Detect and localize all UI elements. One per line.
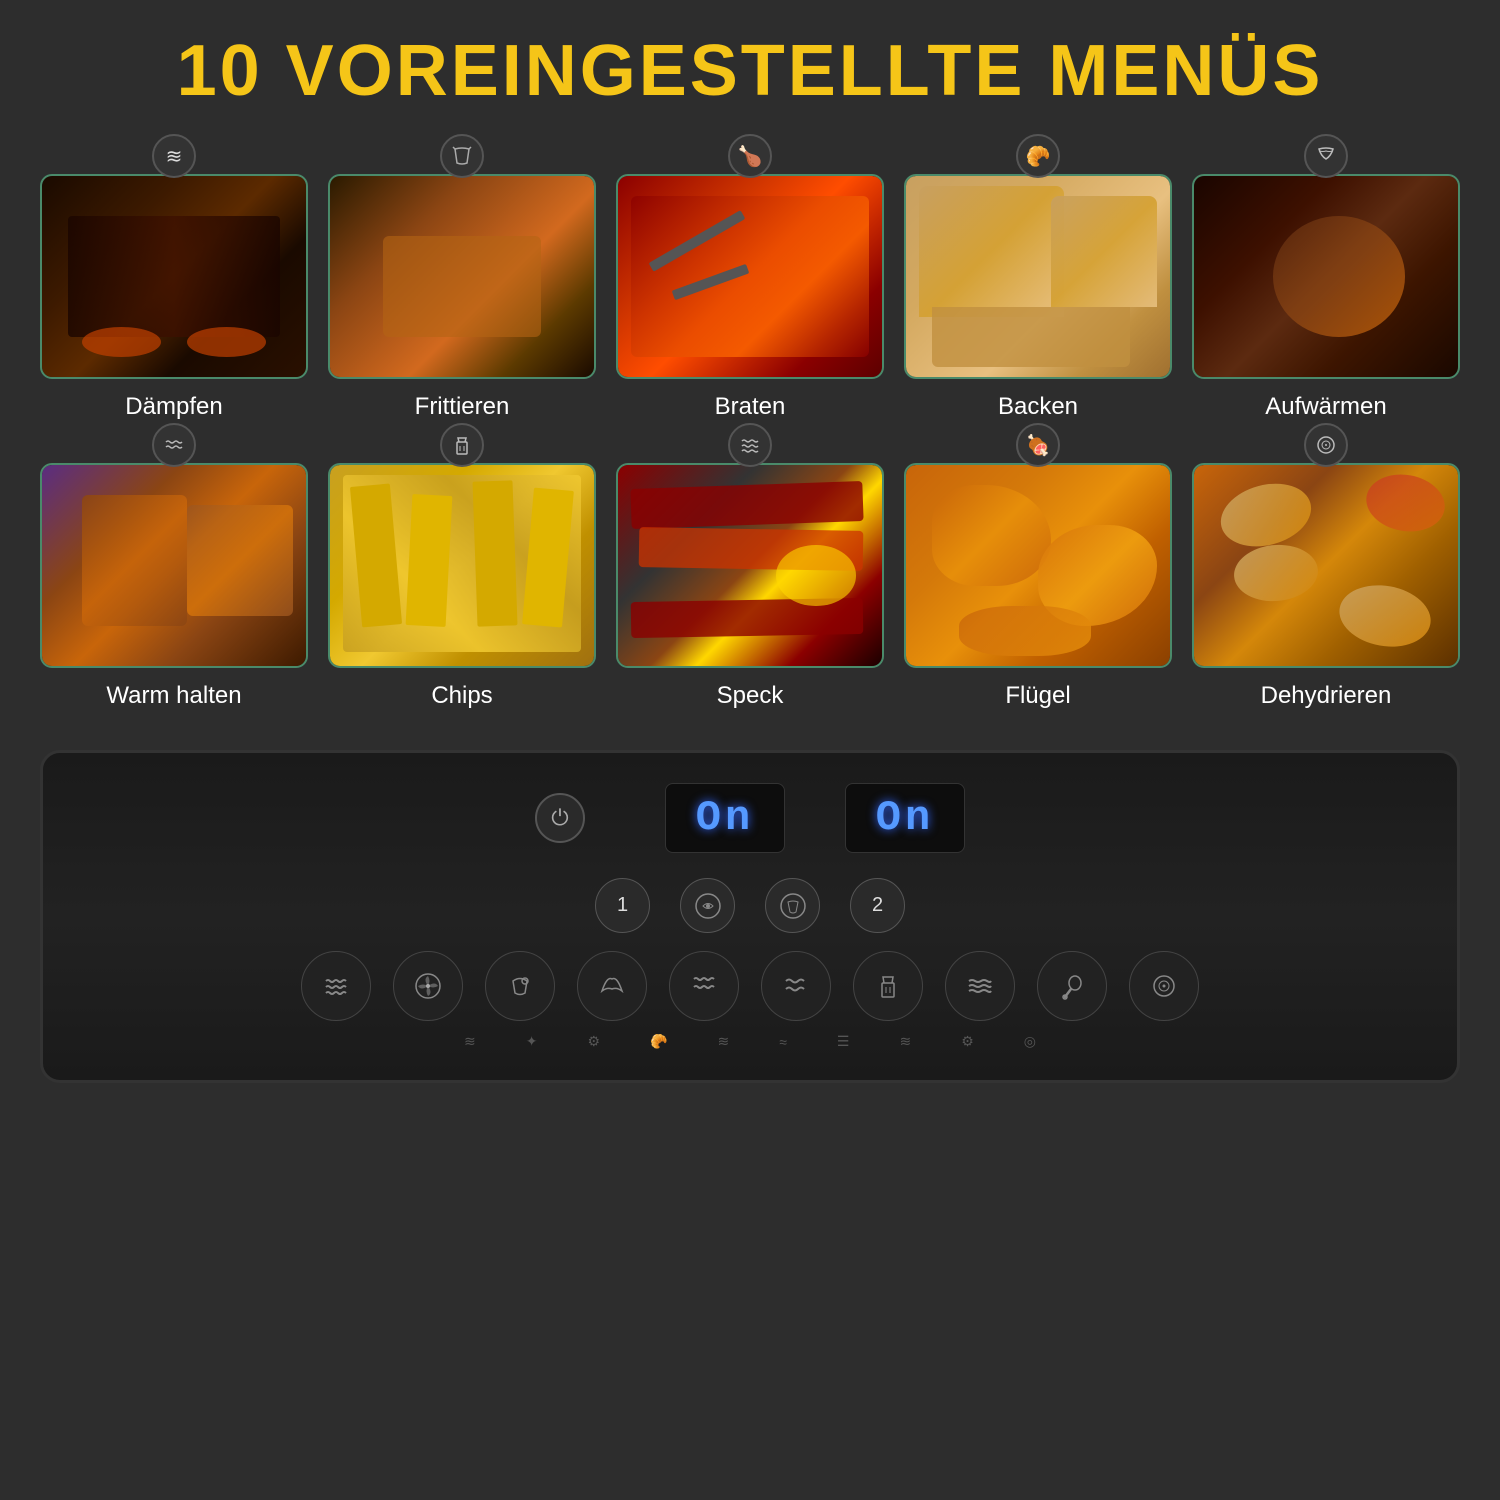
main-container: 10 VOREINGESTELLTE MENÜS ≋ Dämpfen	[0, 0, 1500, 1500]
warmhalten-label: Warm halten	[106, 682, 241, 710]
zone2-button[interactable]: 2	[850, 878, 905, 933]
flugel-label: Flügel	[1005, 682, 1070, 710]
backen-icon: 🥐	[1016, 134, 1060, 178]
display-zone2: On	[845, 783, 965, 853]
flugel-icon: 🍖	[1016, 423, 1060, 467]
icon-btn-bacon[interactable]	[945, 951, 1015, 1021]
backen-label: Backen	[998, 393, 1078, 421]
zone1-button[interactable]: 1	[595, 878, 650, 933]
icon-btn-fries[interactable]	[853, 951, 923, 1021]
easy-cook-button[interactable]	[765, 878, 820, 933]
icon-btn-wave[interactable]	[761, 951, 831, 1021]
menu-item-speck: Speck	[616, 441, 884, 710]
small-icon-9: ⚙	[961, 1033, 974, 1050]
small-icon-5: ≋	[717, 1033, 729, 1050]
menu-item-backen: 🥐 Backen	[904, 152, 1172, 421]
chips-icon	[440, 423, 484, 467]
icon-btn-steam[interactable]	[301, 951, 371, 1021]
dampfen-label: Dämpfen	[125, 393, 222, 421]
small-icon-4: 🥐	[650, 1033, 667, 1050]
braten-label: Braten	[715, 393, 786, 421]
menu-item-aufwarmen: Aufwärmen	[1192, 152, 1460, 421]
menu-item-braten: 🍗 Braten	[616, 152, 884, 421]
dehydrieren-label: Dehydrieren	[1261, 682, 1392, 710]
page-title: 10 VOREINGESTELLTE MENÜS	[177, 30, 1324, 112]
dampfen-icon: ≋	[152, 134, 196, 178]
display-group: On On	[665, 783, 965, 853]
small-icon-8: ≋	[899, 1033, 911, 1050]
small-icon-10: ◎	[1024, 1033, 1036, 1050]
aufwarmen-label: Aufwärmen	[1265, 393, 1386, 421]
panel-small-row: ≋ ✦ ⚙ 🥐 ≋ ≈ ☰ ≋ ⚙ ◎	[83, 1033, 1417, 1050]
smart-guide-button[interactable]	[680, 878, 735, 933]
icon-btn-drumstick[interactable]	[1037, 951, 1107, 1021]
menu-item-warmhalten: Warm halten	[40, 441, 308, 710]
menu-item-dehydrieren: Dehydrieren	[1192, 441, 1460, 710]
small-icon-7: ☰	[837, 1033, 850, 1050]
icon-btn-dehydrate[interactable]	[1129, 951, 1199, 1021]
small-icon-6: ≈	[779, 1034, 787, 1050]
menu-item-flugel: 🍖 Flügel	[904, 441, 1172, 710]
panel-buttons-row: 1 2	[83, 878, 1417, 933]
panel-top: ⏻ On On	[83, 783, 1417, 853]
small-icon-1: ≋	[464, 1033, 476, 1050]
chips-label: Chips	[431, 682, 492, 710]
small-icon-3: ⚙	[587, 1033, 600, 1050]
speck-label: Speck	[717, 682, 784, 710]
display-zone1: On	[665, 783, 785, 853]
small-icon-2: ✦	[526, 1033, 538, 1050]
icon-btn-chicken[interactable]	[485, 951, 555, 1021]
menu-item-dampfen: ≋ Dämpfen	[40, 152, 308, 421]
warmhalten-icon	[152, 423, 196, 467]
power-button[interactable]: ⏻	[535, 793, 585, 843]
speck-icon	[728, 423, 772, 467]
menu-grid: ≋ Dämpfen	[40, 152, 1460, 710]
icon-btn-croissant[interactable]	[577, 951, 647, 1021]
frittieren-label: Frittieren	[415, 393, 510, 421]
panel-icons-row	[83, 951, 1417, 1021]
control-panel: ⏻ On On 1 2	[40, 750, 1460, 1083]
power-icon: ⏻	[551, 805, 568, 831]
icon-btn-heat[interactable]	[669, 951, 739, 1021]
braten-icon: 🍗	[728, 134, 772, 178]
icon-btn-fan[interactable]	[393, 951, 463, 1021]
menu-item-chips: Chips	[328, 441, 596, 710]
frittieren-icon	[440, 134, 484, 178]
dehydrieren-icon	[1304, 423, 1348, 467]
aufwarmen-icon	[1304, 134, 1348, 178]
menu-item-frittieren: Frittieren	[328, 152, 596, 421]
